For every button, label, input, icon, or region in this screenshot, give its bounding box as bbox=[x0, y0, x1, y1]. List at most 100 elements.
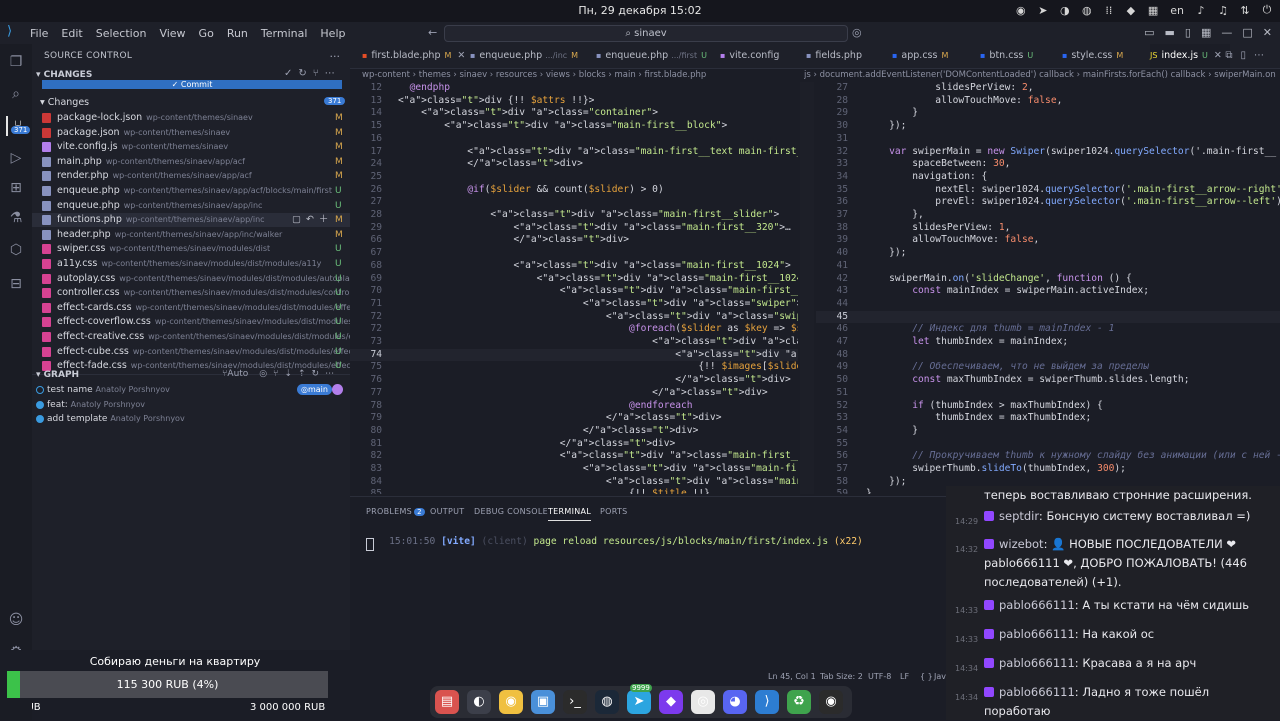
breadcrumb-left[interactable]: wp-content › themes › sinaev › resources… bbox=[362, 70, 706, 82]
tab-close-icon[interactable]: ✕ bbox=[457, 50, 465, 61]
changed-file-row[interactable]: package.json wp-content/themes/sinaev M bbox=[32, 126, 350, 140]
chrome-circle-icon[interactable]: ◐ bbox=[467, 690, 491, 714]
changed-file-row[interactable]: effect-cube.css wp-content/themes/sinaev/… bbox=[32, 345, 350, 359]
graph-auto-label[interactable]: Auto bbox=[227, 369, 248, 379]
menu-item-go[interactable]: Go bbox=[199, 27, 214, 40]
docker-icon[interactable]: ⬡ bbox=[6, 240, 26, 260]
changes-group-header[interactable]: ▾ Changes bbox=[40, 97, 89, 108]
changed-file-row[interactable]: effect-coverflow.css wp-content/themes/si… bbox=[32, 315, 350, 329]
status-braces-icon[interactable]: { } bbox=[920, 672, 933, 681]
editor-tab[interactable]: ▪ enqueue.php .../inc M bbox=[470, 44, 586, 68]
overflow-icon[interactable]: ⋯ bbox=[325, 68, 341, 79]
menu-item-edit[interactable]: Edit bbox=[61, 27, 82, 40]
graph-commit-row[interactable]: test name Anatoly Porshnyov ◎main bbox=[32, 383, 350, 397]
changed-file-row[interactable]: autoplay.css wp-content/themes/sinaev/mod… bbox=[32, 272, 350, 286]
graph-commit-row[interactable]: add template Anatoly Porshnyov bbox=[32, 412, 350, 426]
changed-file-row[interactable]: package-lock.json wp-content/themes/sinae… bbox=[32, 111, 350, 125]
copilot-icon[interactable]: ◎ bbox=[852, 26, 862, 39]
more-actions-icon[interactable]: ··· bbox=[330, 50, 341, 63]
editor-actions[interactable]: ⧉▯⋯ bbox=[1225, 50, 1272, 61]
tray-steam-icon[interactable]: ◍ bbox=[1082, 4, 1092, 17]
changed-file-row[interactable]: functions.php wp-content/themes/sinaev/ap… bbox=[32, 213, 350, 228]
discord-icon[interactable]: ◕ bbox=[723, 690, 747, 714]
minimize-icon[interactable]: — bbox=[1221, 26, 1232, 39]
editor-tab[interactable]: ▪ first.blade.php M ✕ bbox=[362, 44, 473, 68]
editor-tab[interactable]: ▪ btn.css U bbox=[980, 44, 1041, 68]
layout-custom-icon[interactable]: ▦ bbox=[1201, 26, 1211, 39]
panel-tab-output[interactable]: OUTPUT bbox=[430, 507, 464, 516]
tray-lang[interactable]: en bbox=[1170, 4, 1184, 17]
status-eol[interactable]: LF bbox=[900, 672, 909, 681]
editor-tab[interactable]: ▪ app.css M bbox=[892, 44, 956, 68]
search-icon[interactable]: ⌕ bbox=[6, 84, 26, 104]
refresh-icon[interactable]: ↻ bbox=[298, 68, 312, 79]
changes-section-header[interactable]: ▾ CHANGES bbox=[36, 70, 92, 80]
media-icon[interactable]: ◉ bbox=[499, 690, 523, 714]
tray-chip-icon[interactable]: ▦ bbox=[1148, 4, 1158, 17]
commit-check-icon[interactable]: ✓ bbox=[284, 68, 298, 79]
menu-item-help[interactable]: Help bbox=[320, 27, 345, 40]
telegram-icon[interactable]: ➤ bbox=[627, 690, 651, 714]
layout-panel-icon[interactable]: ▬ bbox=[1165, 26, 1175, 39]
editor-tab[interactable]: ▪ vite.config bbox=[720, 44, 787, 68]
obs-icon[interactable]: ◉ bbox=[819, 690, 843, 714]
layout-secondary-icon[interactable]: ▯ bbox=[1185, 26, 1191, 39]
editor-split-divider[interactable] bbox=[800, 82, 814, 494]
tray-dots-icon[interactable]: ⁞⁞ bbox=[1104, 4, 1114, 17]
graph-commit-row[interactable]: feat: Anatoly Porshnyov bbox=[32, 398, 350, 412]
editor-tab[interactable]: ▪ fields.php bbox=[806, 44, 870, 68]
file-row-actions[interactable]: ▢↶＋ bbox=[292, 213, 333, 227]
run-debug-icon[interactable]: ▷ bbox=[6, 148, 26, 168]
graph-actions[interactable]: ◎⑂⇣⇡↻⋯ bbox=[259, 369, 340, 379]
changed-file-row[interactable]: render.php wp-content/themes/sinaev/app/a… bbox=[32, 169, 350, 183]
chrome-icon[interactable]: ◎ bbox=[691, 690, 715, 714]
maximize-icon[interactable]: □ bbox=[1242, 26, 1252, 39]
breadcrumb-right[interactable]: js › document.addEventListener('DOMConte… bbox=[804, 70, 1280, 82]
close-window-icon[interactable]: ✕ bbox=[1263, 26, 1272, 39]
branch-icon[interactable]: ⑂ bbox=[313, 68, 325, 79]
changed-file-row[interactable]: a11y.css wp-content/themes/sinaev/modules… bbox=[32, 257, 350, 271]
changed-file-row[interactable]: effect-creative.css wp-content/themes/sin… bbox=[32, 330, 350, 344]
editor-js[interactable]: 27 slidesPerView: 2, 28 allowTouchMove: f… bbox=[816, 82, 1280, 494]
extensions-icon[interactable]: ⊞ bbox=[6, 178, 26, 198]
terminal-icon[interactable]: ›_ bbox=[563, 690, 587, 714]
menu-item-file[interactable]: File bbox=[30, 27, 48, 40]
changed-file-row[interactable]: vite.config.js wp-content/themes/sinaev M bbox=[32, 140, 350, 154]
menu-item-run[interactable]: Run bbox=[227, 27, 248, 40]
panel-tab-terminal[interactable]: TERMINAL bbox=[548, 507, 592, 521]
terminal-output[interactable]: 15:01:50 [vite] (client) page reload res… bbox=[366, 525, 863, 558]
status-language[interactable]: Jav bbox=[934, 672, 946, 681]
editor-tab[interactable]: JS index.js U ✕ bbox=[1150, 44, 1230, 68]
tray-record-icon[interactable]: ◉ bbox=[1016, 4, 1026, 17]
changed-file-row[interactable]: effect-cards.css wp-content/themes/sinaev… bbox=[32, 301, 350, 315]
menu-item-terminal[interactable]: Terminal bbox=[261, 27, 308, 40]
explorer-icon[interactable]: ❐ bbox=[6, 52, 26, 72]
status-position[interactable]: Ln 45, Col 1 bbox=[768, 672, 816, 681]
changed-file-row[interactable]: header.php wp-content/themes/sinaev/app/i… bbox=[32, 228, 350, 242]
system-clock[interactable]: Пн, 29 декабря 15:02 bbox=[560, 4, 720, 17]
remote-explorer-icon[interactable]: ⊟ bbox=[6, 274, 26, 294]
changed-file-row[interactable]: controller.css wp-content/themes/sinaev/m… bbox=[32, 286, 350, 300]
tray-volume-icon[interactable]: ♫ bbox=[1218, 4, 1228, 17]
panel-tab-debug-console[interactable]: DEBUG CONSOLE bbox=[474, 507, 548, 516]
steam-icon[interactable]: ◍ bbox=[595, 690, 619, 714]
testing-icon[interactable]: ⚗ bbox=[6, 208, 26, 228]
files-icon[interactable]: ▤ bbox=[435, 690, 459, 714]
panel-tab-ports[interactable]: PORTS bbox=[600, 507, 628, 516]
tab-close-icon[interactable]: ✕ bbox=[1214, 50, 1222, 61]
account-icon[interactable]: ☺ bbox=[6, 610, 26, 630]
tray-telegram-icon[interactable]: ➤ bbox=[1038, 4, 1048, 17]
status-encoding[interactable]: UTF-8 bbox=[868, 672, 891, 681]
graph-section-header[interactable]: ▾ GRAPH bbox=[36, 370, 79, 380]
tray-mic-icon[interactable]: ♪ bbox=[1196, 4, 1206, 17]
panel-tab-problems[interactable]: PROBLEMS 2 bbox=[366, 507, 425, 516]
trash-icon[interactable]: ♻ bbox=[787, 690, 811, 714]
status-tab-size[interactable]: Tab Size: 2 bbox=[820, 672, 863, 681]
store-icon[interactable]: ▣ bbox=[531, 690, 555, 714]
menu-item-selection[interactable]: Selection bbox=[96, 27, 147, 40]
vscode-icon[interactable]: ⟩ bbox=[755, 690, 779, 714]
layout-sidebar-icon[interactable]: ▭ bbox=[1144, 26, 1154, 39]
changed-file-row[interactable]: enqueue.php wp-content/themes/sinaev/app/… bbox=[32, 184, 350, 198]
nav-back-icon[interactable]: ← bbox=[428, 26, 437, 39]
editor-blade[interactable]: 12 @endphp 13 <"a">class="t">div {!! $attr… bbox=[350, 82, 798, 494]
